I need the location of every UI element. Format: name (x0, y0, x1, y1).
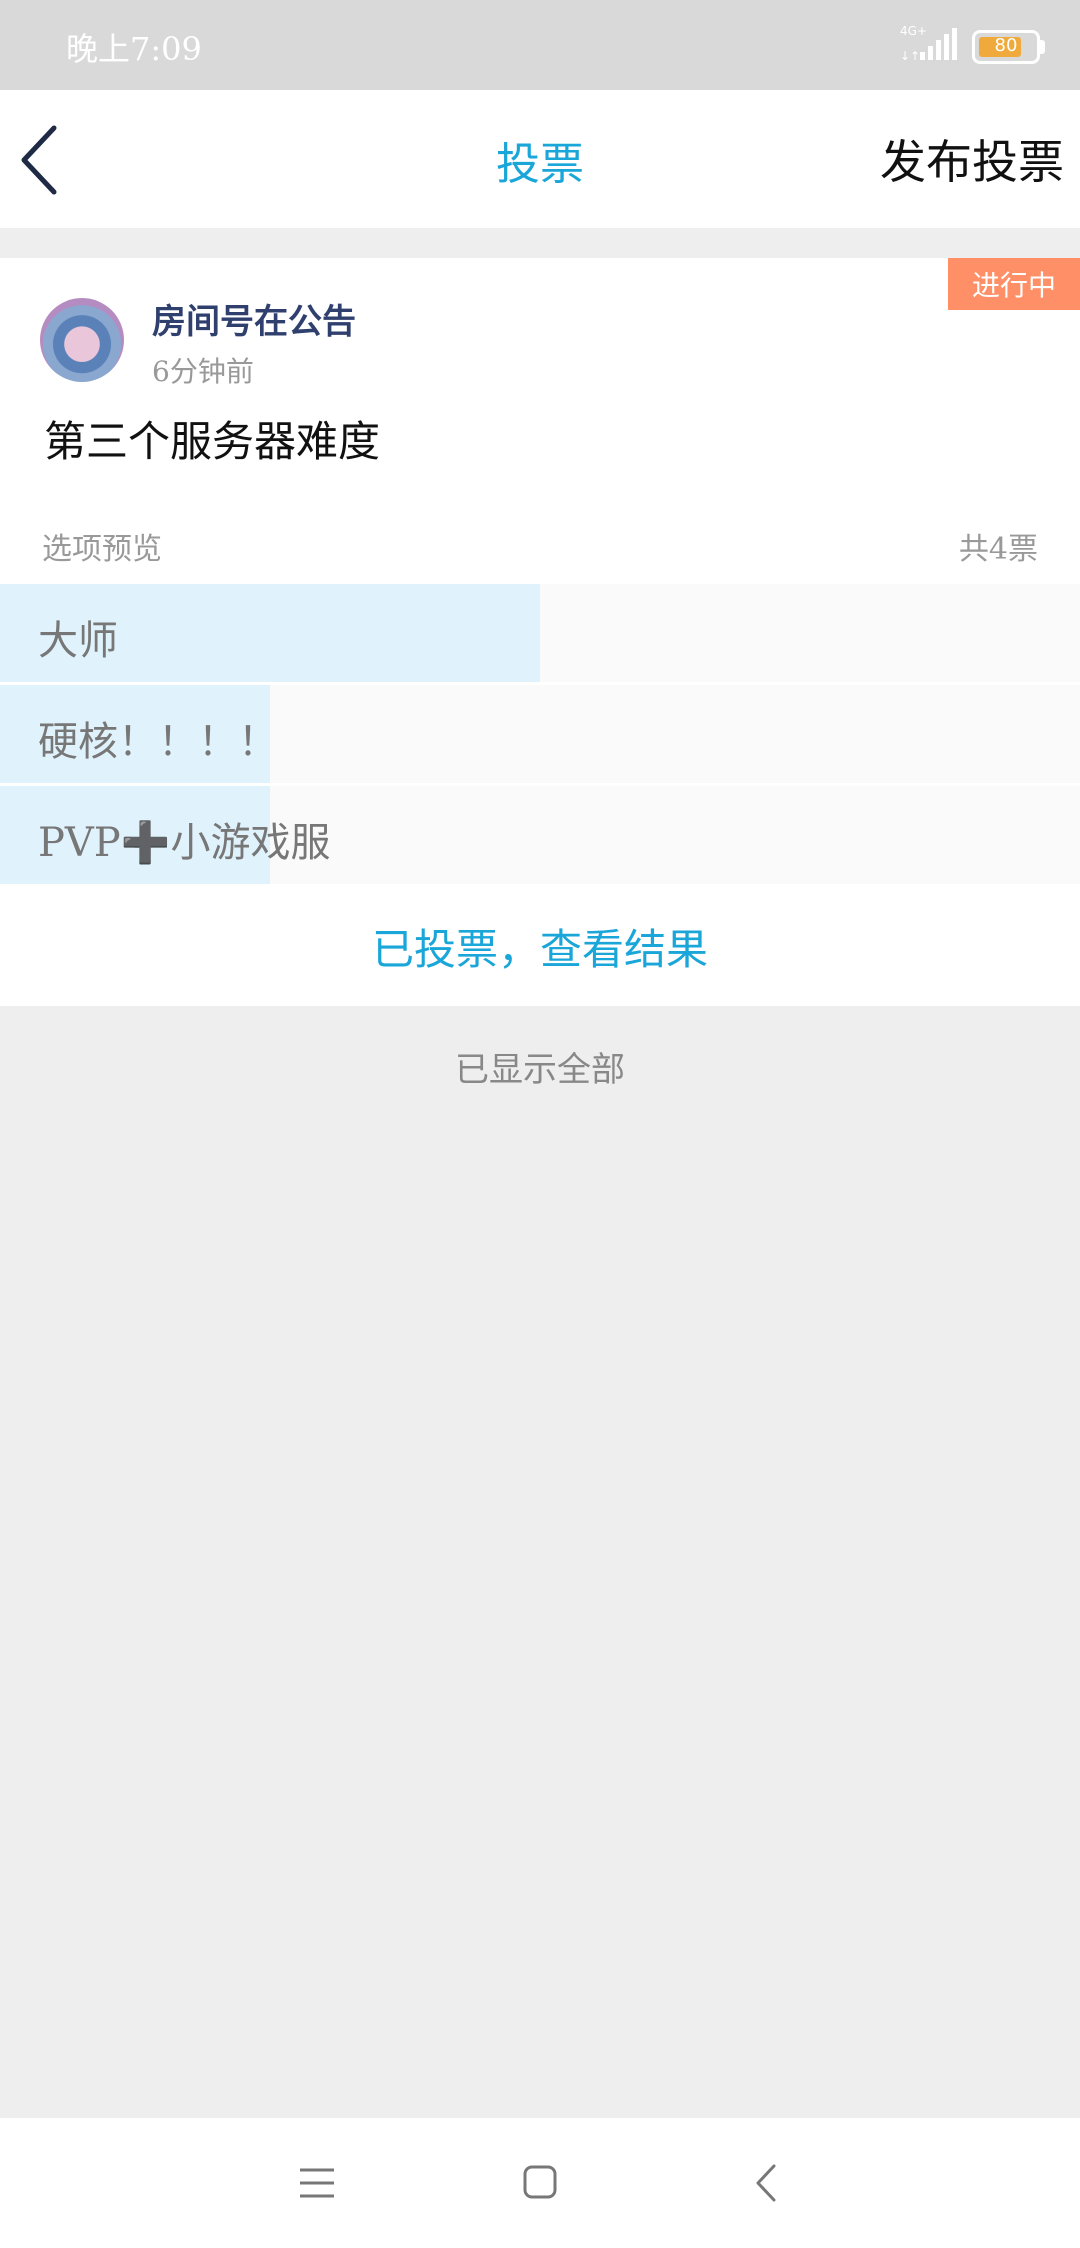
poll-options: 大师 硬核！！！！ PVP➕小游戏服 (0, 584, 1080, 887)
status-time: 晚上7:09 (66, 30, 202, 68)
menu-button[interactable] (284, 2150, 350, 2216)
publish-poll-button[interactable]: 发布投票 (880, 126, 1064, 192)
system-nav-bar (0, 2118, 1080, 2248)
header: 投票 发布投票 (0, 90, 1080, 228)
poll-option[interactable]: PVP➕小游戏服 (0, 786, 1080, 884)
svg-text:↓↑: ↓↑ (900, 49, 920, 62)
chevron-left-icon (21, 125, 57, 195)
all-shown-text: 已显示全部 (455, 1050, 625, 1090)
battery-percent: 80 (994, 35, 1018, 56)
poll-title: 第三个服务器难度 (44, 417, 381, 466)
battery-cap (1040, 40, 1045, 54)
home-icon (523, 2165, 557, 2199)
back-button[interactable] (14, 120, 74, 200)
poll-option[interactable]: 大师 (0, 584, 1080, 682)
avatar[interactable] (40, 298, 124, 382)
view-results-link[interactable]: 已投票，查看结果 (0, 916, 1080, 977)
menu-icon (300, 2168, 334, 2198)
back-icon (756, 2164, 776, 2202)
status-badge: 进行中 (944, 258, 1080, 310)
battery-icon: 80 (972, 30, 1040, 64)
nav-back-button[interactable] (734, 2150, 800, 2216)
option-label: PVP➕小游戏服 (38, 820, 331, 866)
total-votes: 共4票 (958, 532, 1038, 567)
signal-icon: ↓↑ (900, 28, 957, 62)
author-name[interactable]: 房间号在公告 (152, 294, 356, 343)
post-time: 6分钟前 (152, 355, 254, 388)
options-preview-label: 选项预览 (42, 532, 162, 567)
poll-card: 进行中 房间号在公告 6分钟前 第三个服务器难度 选项预览 共4票 大师 硬核！… (0, 258, 1080, 1006)
option-label: 硬核！！！！ (38, 719, 278, 765)
status-bar: 晚上7:09 4G+ ↓↑ 80 (0, 0, 1080, 90)
home-button[interactable] (507, 2150, 573, 2216)
poll-option[interactable]: 硬核！！！！ (0, 685, 1080, 783)
option-label: 大师 (38, 618, 118, 664)
